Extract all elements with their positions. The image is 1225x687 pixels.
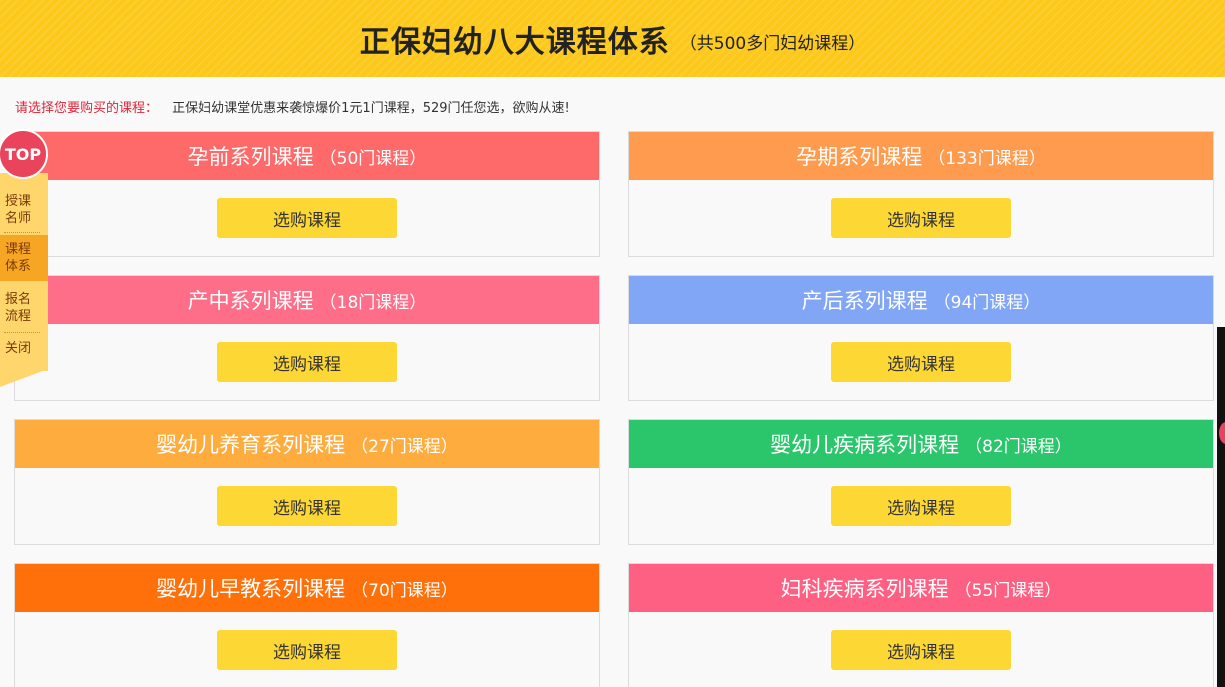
select-course-button[interactable]: 选购课程 [831, 342, 1011, 382]
course-card-title: 婴幼儿疾病系列课程 [770, 433, 960, 457]
side-nav-item-close[interactable]: 关闭 [0, 340, 48, 357]
course-card-count: （18门课程） [319, 292, 427, 313]
page-subtitle: （共500多门妇幼课程） [679, 34, 866, 54]
page-banner: 正保妇幼八大课程体系 （共500多门妇幼课程） [0, 0, 1225, 77]
side-nav-label: 报名 [5, 292, 32, 307]
course-card-header: 孕前系列课程 （50门课程） [15, 132, 599, 180]
course-card-title: 孕前系列课程 [187, 145, 314, 169]
side-nav-divider [4, 232, 40, 233]
course-card-gynecology: 妇科疾病系列课程 （55门课程） 选购课程 [628, 563, 1214, 687]
course-content: 请选择您要购买的课程： 正保妇幼课堂优惠来袭惊爆价1元1门课程，529门任您选，… [0, 77, 1225, 687]
side-nav-label: 名师 [5, 211, 32, 226]
side-nav-item-teachers[interactable]: 授课 名师 [0, 193, 48, 227]
select-course-button[interactable]: 选购课程 [217, 486, 397, 526]
course-card-header: 产中系列课程 （18门课程） [15, 276, 599, 324]
select-course-button[interactable]: 选购课程 [831, 198, 1011, 238]
side-nav-label: 流程 [5, 309, 32, 324]
course-card-header: 妇科疾病系列课程 （55门课程） [629, 564, 1213, 612]
course-card-title: 孕期系列课程 [796, 145, 923, 169]
select-course-button[interactable]: 选购课程 [831, 630, 1011, 670]
course-card-title: 产中系列课程 [187, 289, 314, 313]
side-nav-label: 关闭 [5, 341, 32, 356]
course-card-pregnancy: 孕期系列课程 （133门课程） 选购课程 [628, 131, 1214, 257]
select-course-button[interactable]: 选购课程 [217, 630, 397, 670]
course-card-header: 孕期系列课程 （133门课程） [629, 132, 1213, 180]
course-card-count: （82门课程） [965, 436, 1072, 457]
select-course-button[interactable]: 选购课程 [831, 486, 1011, 526]
course-card-title: 妇科疾病系列课程 [780, 577, 949, 601]
back-to-top-button[interactable]: TOP [0, 129, 48, 179]
course-card-count: （94门课程） [933, 292, 1041, 313]
side-nav-label: 授课 [5, 194, 32, 209]
course-card-count: （70门课程） [351, 580, 458, 601]
course-card-count: （55门课程） [954, 580, 1062, 601]
course-card-title: 产后系列课程 [801, 289, 928, 313]
course-card-postpartum: 产后系列课程 （94门课程） 选购课程 [628, 275, 1214, 401]
side-nav-label: 体系 [5, 259, 32, 274]
side-widget-strip [1217, 327, 1225, 687]
page-title: 正保妇幼八大课程体系 [359, 24, 670, 60]
course-card-infant-disease: 婴幼儿疾病系列课程 （82门课程） 选购课程 [628, 419, 1214, 545]
course-card-infant-care: 婴幼儿养育系列课程 （27门课程） 选购课程 [14, 419, 600, 545]
course-card-early-education: 婴幼儿早教系列课程 （70门课程） 选购课程 [14, 563, 600, 687]
side-nav-divider [4, 332, 40, 333]
course-card-header: 婴幼儿养育系列课程 （27门课程） [15, 420, 599, 468]
course-card-count: （50门课程） [319, 148, 427, 169]
side-nav: 授课 名师 课程 体系 报名 流程 关闭 TOP [0, 129, 48, 387]
course-card-header: 婴幼儿疾病系列课程 （82门课程） [629, 420, 1213, 468]
notice-label: 请选择您要购买的课程： [15, 101, 159, 116]
course-card-count: （133门课程） [928, 148, 1046, 169]
course-card-header: 产后系列课程 （94门课程） [629, 276, 1213, 324]
side-nav-ribbon-tail [0, 369, 48, 387]
course-card-title: 婴幼儿早教系列课程 [156, 577, 346, 601]
course-card-header: 婴幼儿早教系列课程 （70门课程） [15, 564, 599, 612]
side-nav-item-courses[interactable]: 课程 体系 [0, 235, 48, 281]
course-card-title: 婴幼儿养育系列课程 [156, 433, 346, 457]
notice-bar: 请选择您要购买的课程： 正保妇幼课堂优惠来袭惊爆价1元1门课程，529门任您选，… [15, 97, 570, 116]
notice-text: 正保妇幼课堂优惠来袭惊爆价1元1门课程，529门任您选，欲购从速! [172, 101, 570, 116]
select-course-button[interactable]: 选购课程 [217, 342, 397, 382]
side-nav-item-enrollment[interactable]: 报名 流程 [0, 291, 48, 325]
course-card-labor: 产中系列课程 （18门课程） 选购课程 [14, 275, 600, 401]
side-nav-label: 课程 [5, 242, 32, 257]
course-card-count: （27门课程） [351, 436, 458, 457]
course-card-preconception: 孕前系列课程 （50门课程） 选购课程 [14, 131, 600, 257]
select-course-button[interactable]: 选购课程 [217, 198, 397, 238]
